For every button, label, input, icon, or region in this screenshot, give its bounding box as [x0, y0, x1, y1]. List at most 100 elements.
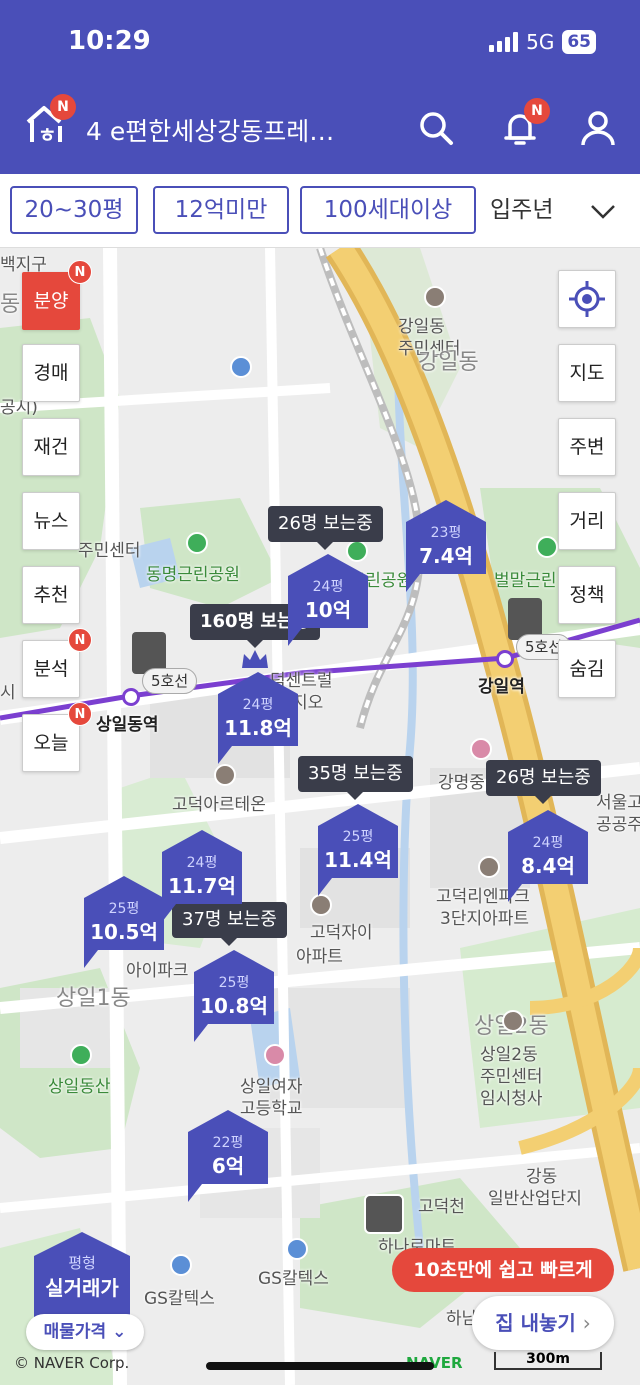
map-label: 강명중 — [438, 773, 485, 793]
apartment-icon — [214, 764, 236, 786]
side-button-policy[interactable]: 정책 — [558, 566, 616, 624]
side-button-auction[interactable]: 경매 — [22, 344, 80, 402]
map-label-district: 강일동 — [418, 350, 479, 375]
side-button-hide[interactable]: 숨김 — [558, 640, 616, 698]
filter-chip-size[interactable]: 20~30평 — [10, 186, 138, 234]
map-copyright: © NAVER Corp. — [14, 1354, 130, 1372]
map-label: GS칼텍스 — [258, 1269, 329, 1289]
marker-size: 23평 — [430, 525, 462, 541]
filter-chip-price[interactable]: 12억미만 — [153, 186, 289, 234]
marker-size: 24평 — [312, 579, 344, 595]
promo-bubble[interactable]: 10초만에 쉽고 빠르게 — [392, 1248, 614, 1292]
price-type-dropdown[interactable]: 매물가격 ⌄ — [26, 1314, 144, 1350]
new-badge: N — [68, 260, 92, 284]
app-header: ㅎ N 4 e편한세상강동프레… N — [0, 90, 640, 174]
side-button-news[interactable]: 뉴스 — [22, 492, 80, 550]
police-icon — [230, 356, 252, 378]
signal-icon — [489, 32, 519, 52]
apartment-price-marker[interactable]: 23평 7.4억 — [406, 500, 486, 592]
locate-button[interactable] — [558, 270, 616, 328]
marker-price: 11.8억 — [224, 716, 292, 740]
marker-price: 8.4억 — [521, 854, 575, 878]
header-title[interactable]: 4 e편한세상강동프레… — [86, 112, 386, 148]
community-center-icon — [502, 1010, 524, 1032]
viewers-tooltip: 26명 보는중 — [486, 760, 601, 804]
marker-size: 25평 — [342, 829, 374, 845]
map-label: 시 — [0, 683, 16, 703]
apartment-price-marker[interactable]: 24평 8.4억 — [508, 810, 588, 902]
search-icon[interactable] — [416, 108, 456, 148]
apartment-price-marker[interactable]: 25평 10.8억 — [194, 950, 274, 1042]
map-label: 동 — [0, 292, 21, 317]
marker-size: 24평 — [532, 835, 564, 851]
apartment-price-marker[interactable]: 24평 11.8억 — [218, 672, 298, 764]
list-home-label: 집 내놓기 — [495, 1311, 576, 1335]
map-scale: 300m — [494, 1352, 602, 1370]
filter-chip-households[interactable]: 100세대이상 — [300, 186, 476, 234]
map-label: 동명근린공원 — [146, 565, 240, 585]
actual-trade-toggle[interactable]: 평형 실거래가 — [34, 1232, 130, 1322]
map-label: 공공주 — [596, 815, 640, 835]
side-button-distance[interactable]: 거리 — [558, 492, 616, 550]
school-icon — [264, 1044, 286, 1066]
home-indicator — [206, 1362, 434, 1370]
crosshair-icon — [569, 281, 605, 317]
svg-text:ㅎ: ㅎ — [38, 123, 56, 146]
shopping-bag-icon — [364, 1194, 404, 1234]
apartment-icon — [310, 894, 332, 916]
side-button-nearby[interactable]: 주변 — [558, 418, 616, 476]
map-label: 주민센터 — [78, 541, 141, 561]
marker-price: 11.7억 — [168, 874, 236, 898]
new-badge: N — [68, 702, 92, 726]
trade-marker-label: 실거래가 — [45, 1276, 119, 1300]
map-label: 일반산업단지 — [488, 1189, 582, 1209]
marker-size: 24평 — [186, 855, 218, 871]
chevron-down-icon[interactable] — [588, 196, 618, 226]
user-icon[interactable] — [578, 108, 618, 148]
viewers-tooltip: 35명 보는중 — [298, 756, 413, 800]
apartment-price-marker[interactable]: 25평 11.4억 — [318, 804, 398, 896]
network-type: 5G — [526, 30, 555, 54]
map-label: 고덕자이 — [310, 923, 373, 943]
station-marker[interactable] — [496, 650, 514, 668]
marker-size: 22평 — [212, 1135, 244, 1151]
marker-price: 10억 — [304, 598, 352, 622]
map-view[interactable]: 백지구 동 공시) 시 강일동 주민센터 강일동 주민센터 동명근린공원 명근린… — [0, 248, 640, 1385]
status-indicators: 5G 65 — [489, 30, 596, 54]
apartment-price-marker[interactable]: 22평 6억 — [188, 1110, 268, 1202]
apartment-price-marker[interactable]: 24평 11.7억 — [162, 830, 242, 922]
station-marker[interactable] — [122, 688, 140, 706]
marker-size: 25평 — [108, 901, 140, 917]
park-icon — [70, 1044, 92, 1066]
battery-icon: 65 — [562, 30, 596, 54]
map-label: 3단지아파트 — [440, 909, 530, 929]
new-badge: N — [68, 628, 92, 652]
gas-station-icon — [286, 1238, 308, 1260]
apartment-icon — [478, 856, 500, 878]
list-home-button[interactable]: 집 내놓기 › — [472, 1296, 614, 1350]
apartment-price-marker[interactable]: 24평 10억 — [288, 554, 368, 646]
gas-station-icon — [170, 1254, 192, 1276]
side-button-map[interactable]: 지도 — [558, 344, 616, 402]
chevron-down-icon: ⌄ — [112, 1322, 127, 1342]
side-button-recommend[interactable]: 추천 — [22, 566, 80, 624]
map-label: 벌말근린 — [494, 571, 557, 591]
community-center-icon — [424, 286, 446, 308]
station-label[interactable]: 강일역 — [478, 672, 525, 697]
side-button-redevelop[interactable]: 재건 — [22, 418, 80, 476]
price-type-label: 매물가격 — [43, 1322, 107, 1342]
home-new-badge: N — [50, 94, 76, 120]
map-label: 임시청사 — [480, 1089, 543, 1109]
status-bar: 10:29 5G 65 — [0, 0, 640, 90]
marker-size: 24평 — [242, 697, 274, 713]
map-label-district: 상일1동 — [56, 986, 131, 1011]
map-label: 아파트 — [296, 947, 343, 967]
chevron-right-icon: › — [582, 1311, 591, 1335]
crown-icon — [242, 650, 268, 668]
station-label[interactable]: 상일동역 — [96, 710, 159, 735]
marker-price: 6억 — [211, 1154, 245, 1178]
park-icon — [186, 532, 208, 554]
notification-badge: N — [524, 98, 550, 124]
filter-chip-move-in[interactable]: 입주년 — [490, 186, 570, 234]
apartment-price-marker[interactable]: 25평 10.5억 — [84, 876, 164, 968]
